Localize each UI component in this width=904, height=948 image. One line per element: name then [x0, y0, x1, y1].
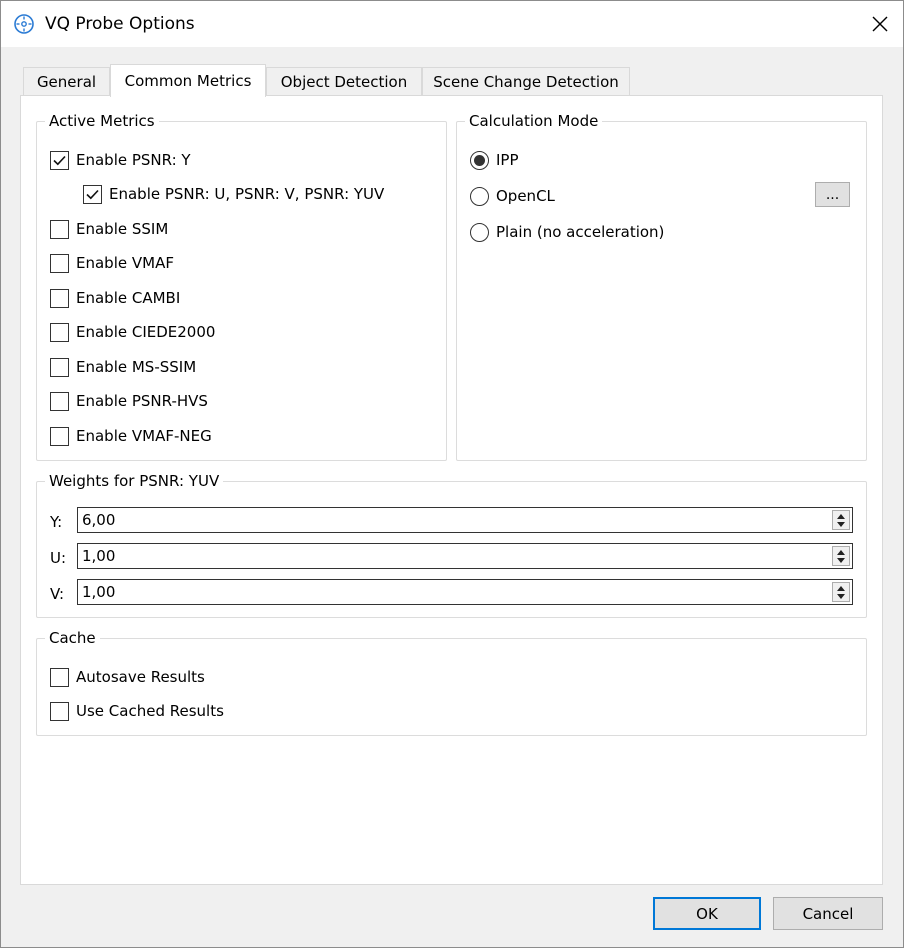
- checkbox-label: Enable SSIM: [76, 220, 169, 238]
- group-title: Cache: [45, 628, 100, 648]
- radio-label: IPP: [496, 151, 519, 169]
- radio-opencl[interactable]: OpenCL: [470, 185, 555, 207]
- checkbox-box[interactable]: [50, 288, 69, 308]
- checkbox-box[interactable]: [50, 667, 69, 687]
- checkbox-label: Enable MS-SSIM: [76, 358, 197, 376]
- cache-group: Cache Autosave Results Use Cached Result…: [36, 628, 867, 736]
- button-label: Cancel: [802, 904, 854, 923]
- weight-v-spinbox[interactable]: 1,00: [77, 579, 853, 605]
- checkbox-box[interactable]: [50, 219, 69, 239]
- tab-common-metrics[interactable]: Common Metrics: [110, 64, 266, 97]
- checkbox-label: Enable PSNR: U, PSNR: V, PSNR: YUV: [109, 185, 385, 203]
- checkbox-label: Enable VMAF-NEG: [76, 427, 212, 445]
- radio-button[interactable]: [470, 222, 489, 242]
- button-label: OK: [696, 904, 718, 923]
- checkbox-cambi[interactable]: Enable CAMBI: [50, 287, 180, 309]
- tab-label: General: [36, 73, 97, 91]
- checkbox-box[interactable]: [50, 701, 69, 721]
- spin-down-icon[interactable]: [837, 522, 845, 527]
- tab-object-detection[interactable]: Object Detection: [266, 67, 422, 96]
- calculation-mode-group: Calculation Mode IPP OpenCL ... Plain (n…: [456, 111, 867, 461]
- tab-general[interactable]: General: [23, 67, 110, 96]
- weight-v-label: V:: [50, 585, 65, 603]
- spin-down-icon[interactable]: [837, 558, 845, 563]
- weight-u-spinbox[interactable]: 1,00: [77, 543, 853, 569]
- checkbox-label: Enable PSNR: Y: [76, 151, 191, 169]
- checkbox-box[interactable]: [83, 184, 102, 204]
- checkbox-ssim[interactable]: Enable SSIM: [50, 218, 168, 240]
- checkbox-label: Use Cached Results: [76, 702, 224, 720]
- radio-button[interactable]: [470, 150, 489, 170]
- app-icon: [14, 14, 34, 34]
- close-button[interactable]: [857, 1, 903, 47]
- spin-up-icon[interactable]: [837, 550, 845, 555]
- spinbox-arrows[interactable]: [832, 510, 850, 530]
- checkbox-label: Enable PSNR-HVS: [76, 392, 208, 410]
- options-dialog: VQ Probe Options General Common Metrics …: [0, 0, 904, 948]
- checkmark-icon: [86, 189, 99, 199]
- window-title: VQ Probe Options: [45, 14, 195, 34]
- radio-dot-icon: [474, 154, 485, 166]
- spinbox-value: 6,00: [82, 511, 116, 529]
- radio-plain[interactable]: Plain (no acceleration): [470, 221, 664, 243]
- spin-down-icon[interactable]: [837, 594, 845, 599]
- checkbox-vmaf-neg[interactable]: Enable VMAF-NEG: [50, 425, 212, 447]
- button-label: ...: [825, 186, 840, 203]
- title-bar[interactable]: VQ Probe Options: [1, 1, 903, 47]
- checkbox-vmaf[interactable]: Enable VMAF: [50, 252, 174, 274]
- radio-ipp[interactable]: IPP: [470, 149, 519, 171]
- ok-button[interactable]: OK: [653, 897, 761, 930]
- checkbox-box[interactable]: [50, 426, 69, 446]
- checkbox-ciede2000[interactable]: Enable CIEDE2000: [50, 321, 215, 343]
- checkbox-box[interactable]: [50, 357, 69, 377]
- cancel-button[interactable]: Cancel: [773, 897, 883, 930]
- tab-label: Object Detection: [280, 73, 408, 91]
- tab-panel-common-metrics: Active Metrics Enable PSNR: Y Enable PSN…: [20, 95, 883, 885]
- group-title: Calculation Mode: [465, 111, 603, 131]
- weight-y-spinbox[interactable]: 6,00: [77, 507, 853, 533]
- checkbox-label: Autosave Results: [76, 668, 205, 686]
- radio-label: Plain (no acceleration): [496, 223, 665, 241]
- checkbox-psnr-uv-yuv[interactable]: Enable PSNR: U, PSNR: V, PSNR: YUV: [83, 183, 384, 205]
- checkbox-label: Enable VMAF: [76, 254, 174, 272]
- spinbox-arrows[interactable]: [832, 546, 850, 566]
- checkbox-label: Enable CAMBI: [76, 289, 181, 307]
- checkbox-ms-ssim[interactable]: Enable MS-SSIM: [50, 356, 196, 378]
- close-icon: [872, 16, 888, 32]
- radio-label: OpenCL: [496, 187, 555, 205]
- checkbox-box[interactable]: [50, 253, 69, 273]
- checkmark-icon: [53, 155, 66, 165]
- checkbox-box[interactable]: [50, 391, 69, 411]
- spin-up-icon[interactable]: [837, 514, 845, 519]
- spin-up-icon[interactable]: [837, 586, 845, 591]
- group-title: Active Metrics: [45, 111, 159, 131]
- checkbox-label: Enable CIEDE2000: [76, 323, 216, 341]
- tab-label: Scene Change Detection: [433, 73, 619, 91]
- tab-scene-change-detection[interactable]: Scene Change Detection: [422, 67, 630, 96]
- checkbox-use-cached-results[interactable]: Use Cached Results: [50, 700, 224, 722]
- active-metrics-group: Active Metrics Enable PSNR: Y Enable PSN…: [36, 111, 447, 461]
- tab-label: Common Metrics: [124, 72, 252, 90]
- checkbox-psnr-y[interactable]: Enable PSNR: Y: [50, 149, 191, 171]
- radio-button[interactable]: [470, 186, 489, 206]
- weight-y-label: Y:: [50, 513, 63, 531]
- checkbox-box[interactable]: [50, 322, 69, 342]
- opencl-settings-button[interactable]: ...: [815, 182, 850, 207]
- spinbox-arrows[interactable]: [832, 582, 850, 602]
- checkbox-psnr-hvs[interactable]: Enable PSNR-HVS: [50, 390, 208, 412]
- group-title: Weights for PSNR: YUV: [45, 471, 224, 491]
- spinbox-value: 1,00: [82, 547, 116, 565]
- weight-u-label: U:: [50, 549, 67, 567]
- spinbox-value: 1,00: [82, 583, 116, 601]
- weights-group: Weights for PSNR: YUV Y: 6,00 U: 1,00 V:: [36, 471, 867, 618]
- checkbox-box[interactable]: [50, 150, 69, 170]
- checkbox-autosave-results[interactable]: Autosave Results: [50, 666, 205, 688]
